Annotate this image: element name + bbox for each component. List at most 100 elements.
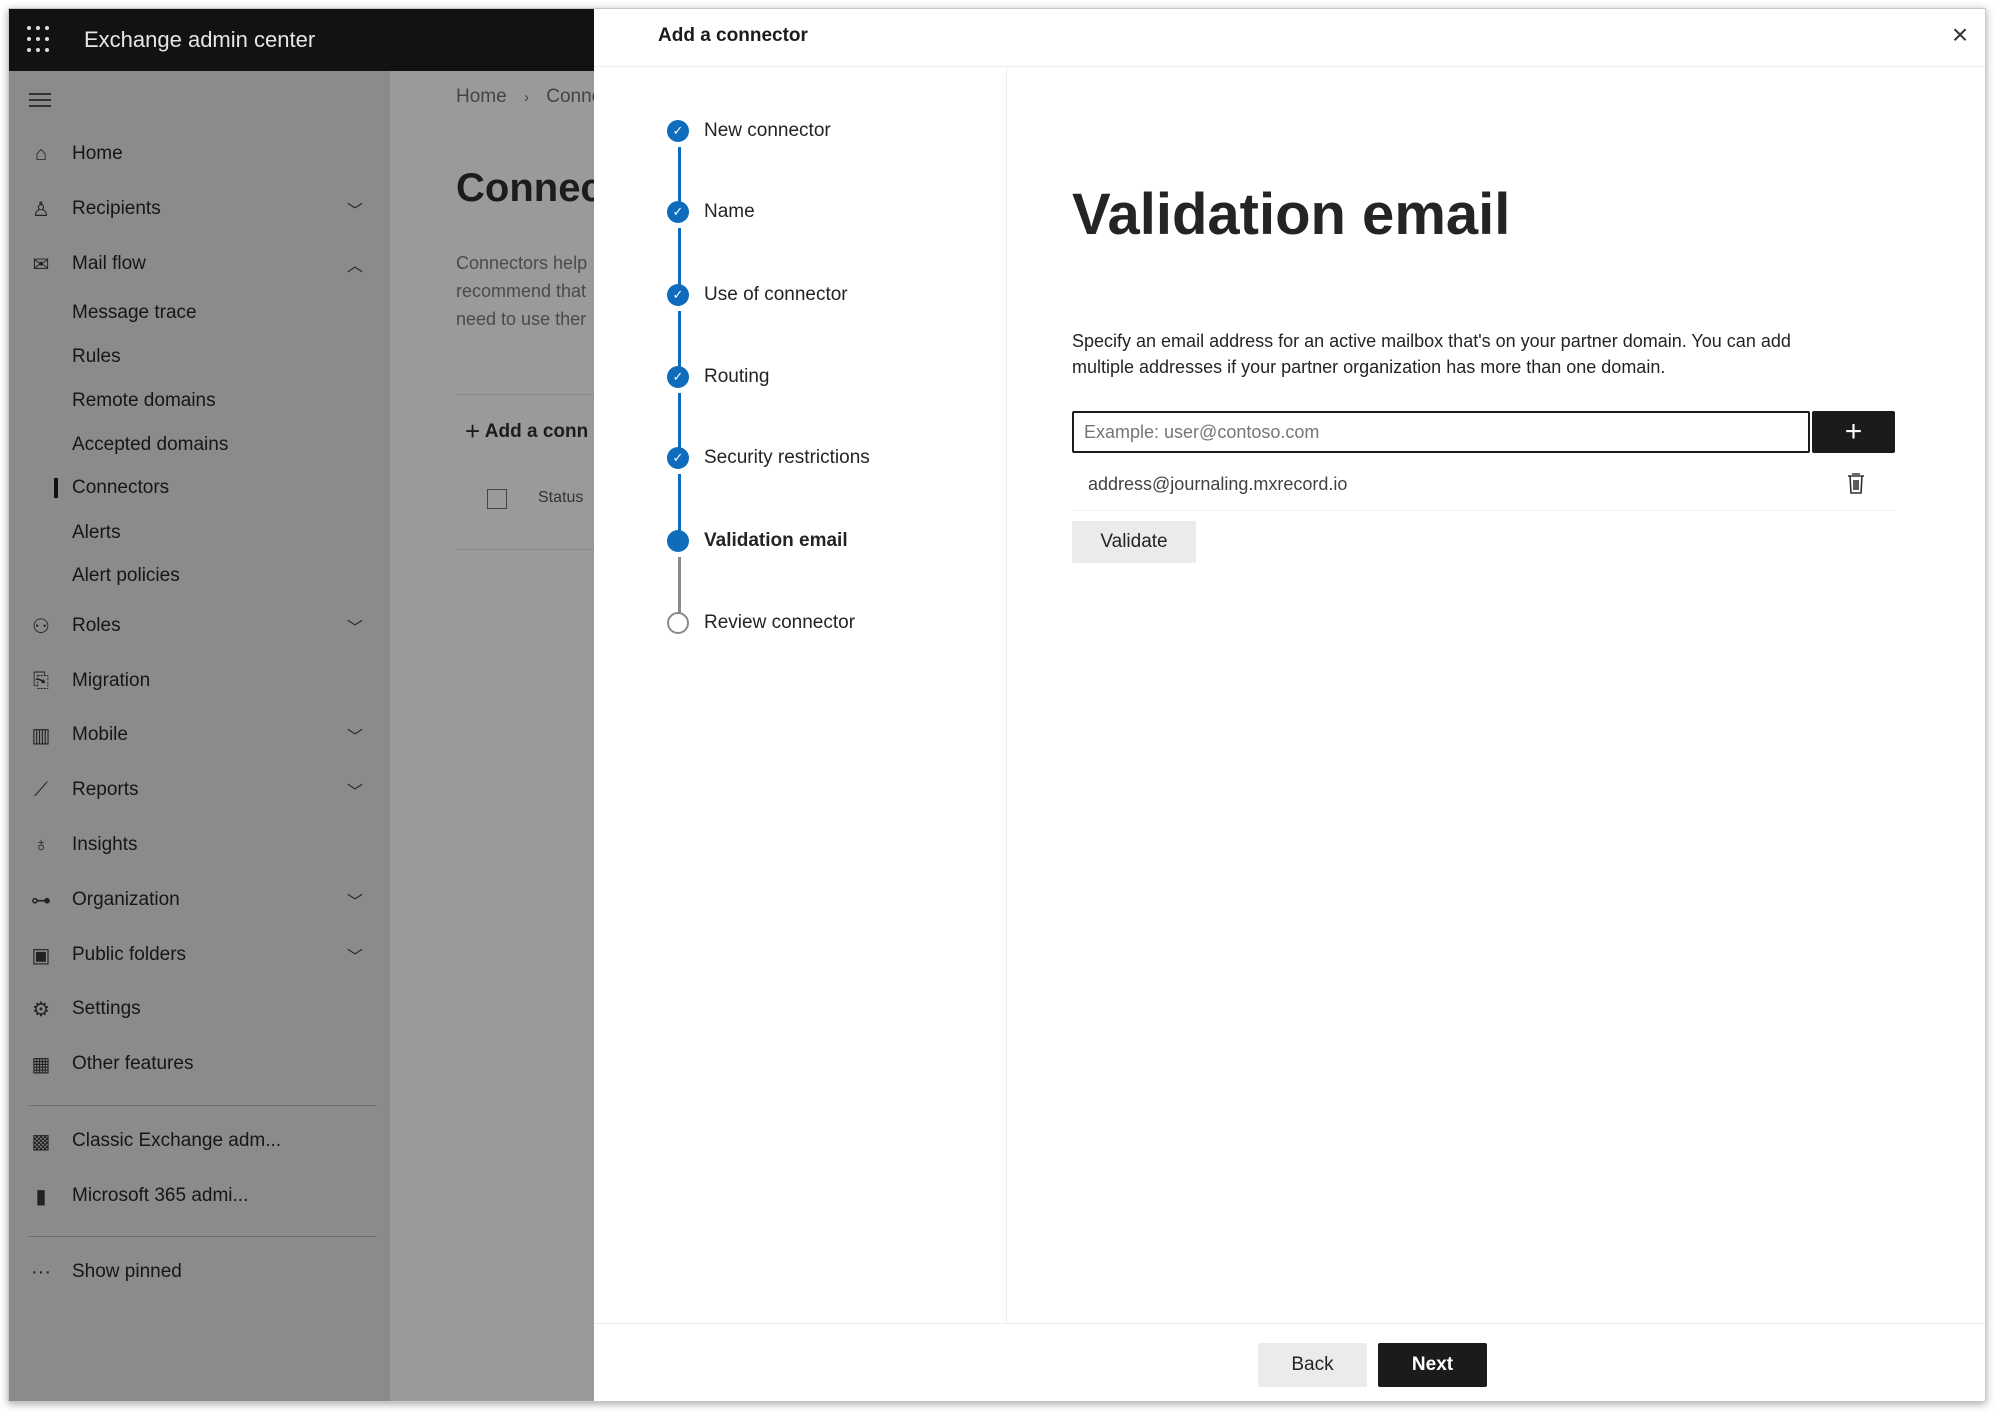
sidebar-item-label: Mobile: [72, 724, 128, 745]
background-page: Home › Conne Connec Connectors help reco…: [390, 71, 656, 1401]
back-button[interactable]: Back: [1258, 1343, 1367, 1387]
hamburger-menu-icon[interactable]: [29, 93, 51, 107]
breadcrumb: Home › Conne: [456, 86, 602, 108]
step-label: Routing: [704, 366, 770, 387]
current-step-icon: [667, 530, 689, 552]
panel-title: Add a connector: [658, 25, 808, 46]
sidebar-item-alert-policies[interactable]: Alert policies: [9, 556, 390, 596]
sidebar-item-accepted-domains[interactable]: Accepted domains: [9, 425, 390, 465]
address-list-item: address@journaling.mxrecord.io: [1072, 467, 1895, 511]
sidebar-item-settings[interactable]: ⚙ Settings: [9, 989, 390, 1029]
step-connector-line: [678, 311, 681, 373]
table-icon: ▦: [31, 1053, 51, 1076]
checkmark-circle-icon: ✓: [667, 366, 689, 388]
chevron-up-icon[interactable]: ︿: [347, 252, 363, 276]
checkmark-circle-icon: ✓: [667, 201, 689, 223]
lightbulb-icon: ♁: [33, 833, 49, 856]
next-button[interactable]: Next: [1378, 1343, 1487, 1387]
step-label: Review connector: [704, 612, 856, 633]
step-label: Name: [704, 201, 755, 222]
sidebar-item-classic-exchange-adm[interactable]: ▩ Classic Exchange adm...: [9, 1121, 390, 1161]
steps-divider: [1006, 67, 1007, 1323]
sidebar-divider: [29, 1236, 377, 1237]
sidebar-item-label: Accepted domains: [72, 434, 229, 455]
sidebar-item-show-pinned[interactable]: ··· Show pinned: [9, 1252, 390, 1292]
sidebar-item-alerts[interactable]: Alerts: [9, 513, 390, 553]
empty-circle-icon: [667, 612, 689, 634]
sidebar-item-label: Message trace: [72, 302, 197, 323]
org-icon: ⊶: [31, 889, 51, 912]
plus-icon: +: [1844, 415, 1863, 448]
sidebar-item-recipients[interactable]: ♙ Recipients ﹀: [9, 189, 390, 229]
validate-button[interactable]: Validate: [1072, 521, 1196, 563]
add-connector-panel: Add a connector × ✓ New connector ✓ Name ✓ Us…: [594, 9, 1985, 1401]
sidebar-item-connectors[interactable]: Connectors: [9, 468, 390, 508]
sidebar-item-mail-flow[interactable]: ✉ Mail flow ︿: [9, 244, 390, 284]
sidebar-item-mobile[interactable]: ▥ Mobile ﹀: [9, 715, 390, 755]
chevron-down-icon[interactable]: ﹀: [347, 888, 363, 912]
chevron-down-icon[interactable]: ﹀: [347, 197, 363, 221]
sidebar-item-rules[interactable]: Rules: [9, 337, 390, 377]
folder-icon: ▣: [31, 944, 51, 967]
active-indicator: [54, 478, 58, 498]
mobile-icon: ▥: [31, 724, 51, 747]
person-icon: ♙: [32, 198, 50, 221]
chevron-down-icon[interactable]: ﹀: [347, 614, 363, 638]
sidebar-item-organization[interactable]: ⊶ Organization ﹀: [9, 880, 390, 920]
exchange-icon: ▩: [31, 1130, 51, 1153]
add-connector-button[interactable]: + Add a conn: [465, 416, 588, 447]
sidebar-item-label: Classic Exchange adm...: [72, 1130, 282, 1151]
breadcrumb-home[interactable]: Home: [456, 86, 507, 107]
delete-icon[interactable]: [1846, 471, 1866, 495]
sidebar-item-label: Show pinned: [72, 1261, 182, 1282]
close-button[interactable]: ×: [1946, 21, 1974, 49]
chevron-down-icon[interactable]: ﹀: [347, 943, 363, 967]
checkmark-circle-icon: ✓: [667, 284, 689, 306]
sidebar-item-remote-domains[interactable]: Remote domains: [9, 381, 390, 421]
chevron-down-icon[interactable]: ﹀: [347, 723, 363, 747]
sidebar-item-label: Insights: [72, 834, 138, 855]
checkmark-circle-icon: ✓: [667, 447, 689, 469]
sidebar-item-label: Reports: [72, 779, 139, 800]
step-connector-line: [678, 147, 681, 208]
checkmark-circle-icon: ✓: [667, 120, 689, 142]
gear-icon: ⚙: [32, 998, 50, 1021]
more-icon: ···: [31, 1260, 51, 1283]
app-title: Exchange admin center: [84, 27, 316, 52]
sidebar-item-label: Home: [72, 143, 123, 164]
chevron-right-icon: ›: [523, 89, 529, 106]
chevron-down-icon[interactable]: ﹀: [347, 778, 363, 802]
sidebar-item-other-features[interactable]: ▦ Other features: [9, 1044, 390, 1084]
sidebar-item-label: Alerts: [72, 522, 121, 543]
add-email-button[interactable]: +: [1812, 411, 1895, 453]
sidebar-item-label: Rules: [72, 346, 121, 367]
page-title: Connec: [456, 166, 603, 210]
chart-icon: ⟋: [34, 778, 48, 801]
sidebar-item-label: Roles: [72, 615, 121, 636]
office-icon: ▮: [35, 1185, 47, 1208]
step-label: Use of connector: [704, 284, 848, 305]
column-header-status[interactable]: Status: [538, 489, 583, 507]
sidebar-item-message-trace[interactable]: Message trace: [9, 293, 390, 333]
sidebar-item-reports[interactable]: ⟋ Reports ﹀: [9, 770, 390, 810]
select-all-checkbox[interactable]: [487, 489, 507, 509]
sidebar-item-insights[interactable]: ♁ Insights: [9, 825, 390, 865]
sidebar-item-migration[interactable]: ⎘ Migration: [9, 661, 390, 701]
sidebar-item-label: Settings: [72, 998, 141, 1019]
roles-icon: ⚇: [32, 615, 50, 638]
app-window: Exchange admin center ⌂ Home ♙ Recipients ﹀ ✉…: [8, 8, 1986, 1402]
email-input[interactable]: [1072, 411, 1810, 453]
step-label: New connector: [704, 120, 831, 141]
sidebar-item-label: Alert policies: [72, 565, 180, 586]
sidebar-item-label: Connectors: [72, 477, 170, 498]
sidebar-item-home[interactable]: ⌂ Home: [9, 134, 390, 174]
step-label: Validation email: [704, 530, 848, 551]
sidebar-item-public-folders[interactable]: ▣ Public folders ﹀: [9, 935, 390, 975]
app-launcher-icon[interactable]: [27, 26, 55, 54]
sidebar-divider: [29, 1105, 377, 1106]
step-heading: Validation email: [1072, 182, 1511, 247]
sidebar-item-microsoft-365-admi[interactable]: ▮ Microsoft 365 admi...: [9, 1176, 390, 1216]
sidebar-item-roles[interactable]: ⚇ Roles ﹀: [9, 606, 390, 646]
page-description: Connectors help recommend that need to u…: [456, 253, 588, 329]
step-connector-line: [678, 228, 681, 291]
